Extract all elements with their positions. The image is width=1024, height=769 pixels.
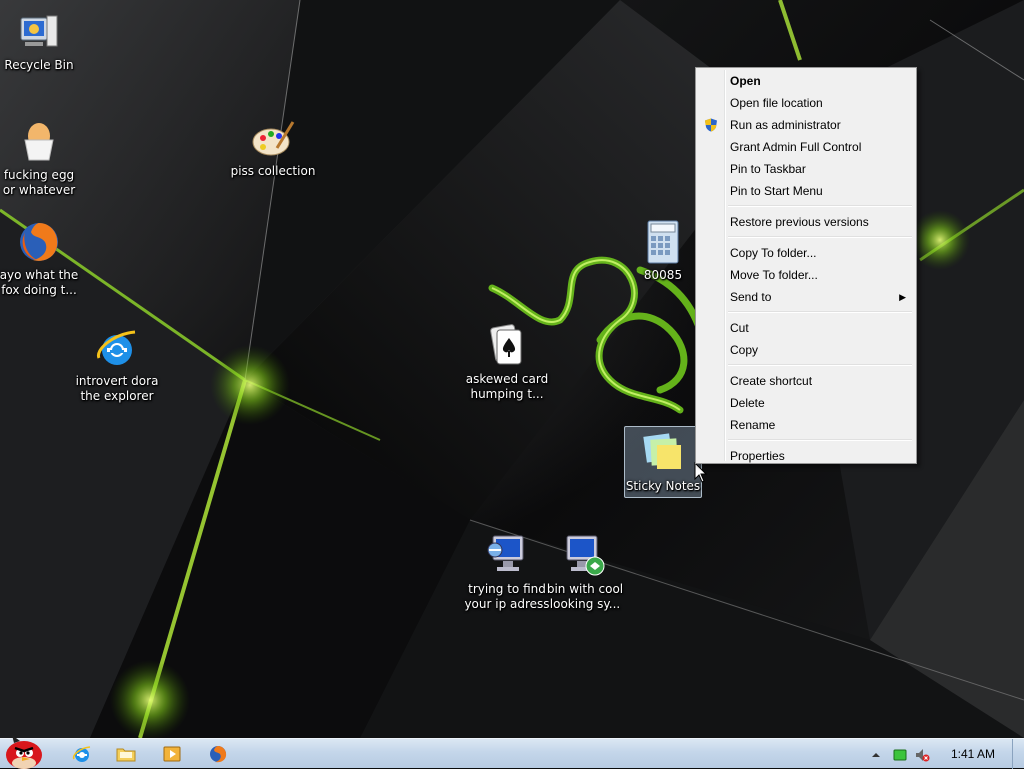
menu-item-label: Pin to Taskbar — [730, 162, 806, 176]
desktop-icon-label: Sticky Notes — [625, 479, 701, 493]
menu-item-label: Delete — [730, 396, 765, 410]
desktop-icon-solitaire[interactable]: askewed card humping t... — [464, 320, 550, 405]
menu-item-copy[interactable]: Copy — [698, 339, 914, 361]
menu-item-label: Open file location — [730, 96, 823, 110]
desktop-icon-label: bin with cool looking sy... — [546, 582, 624, 611]
desktop[interactable]: Recycle Bin fucking egg or whatever ayo … — [0, 0, 1024, 738]
menu-separator — [728, 311, 912, 313]
menu-item-label: Properties — [730, 449, 785, 463]
desktop-icon-ie[interactable]: introvert dora the explorer — [74, 322, 160, 407]
egg-icon — [24, 123, 54, 161]
taskbar-clock[interactable]: 1:41 AM — [942, 739, 1004, 769]
menu-item-open[interactable]: Open — [698, 70, 914, 92]
internet-explorer-icon — [72, 746, 91, 762]
taskbar-firefox[interactable] — [200, 741, 236, 767]
desktop-icon-egg[interactable]: fucking egg or whatever — [0, 116, 82, 201]
show-desktop-button[interactable] — [1012, 739, 1024, 769]
network-icon[interactable] — [892, 747, 908, 763]
menu-item-cut[interactable]: Cut — [698, 317, 914, 339]
menu-item-label: Copy To folder... — [730, 246, 817, 260]
playing-cards-icon — [490, 324, 522, 365]
menu-item-label: Rename — [730, 418, 776, 432]
menu-item-move-to-folder[interactable]: Move To folder... — [698, 264, 914, 286]
submenu-arrow-icon: ▶ — [899, 292, 906, 302]
menu-item-restore-previous-versions[interactable]: Restore previous versions — [698, 211, 914, 233]
calculator-icon — [647, 220, 679, 264]
desktop-icon-firefox[interactable]: ayo what the fox doing t... — [0, 216, 82, 301]
taskbar-windows-explorer[interactable] — [108, 741, 144, 767]
recycle-bin-icon — [20, 15, 58, 47]
menu-item-copy-to-folder[interactable]: Copy To folder... — [698, 242, 914, 264]
uac-shield-icon — [705, 118, 717, 132]
show-hidden-icons-arrow[interactable] — [868, 747, 884, 763]
paint-palette-icon — [252, 121, 295, 156]
remote-desktop-icon — [566, 535, 605, 576]
firefox-icon — [210, 746, 227, 763]
menu-item-send-to[interactable]: Send to ▶ — [698, 286, 914, 308]
desktop-icon-sticky-notes[interactable]: Sticky Notes — [624, 426, 702, 498]
menu-item-label: Create shortcut — [730, 374, 813, 388]
menu-separator — [728, 205, 912, 207]
firefox-icon — [20, 223, 58, 261]
menu-item-label: Run as administrator — [730, 118, 841, 132]
menu-item-label: Move To folder... — [730, 268, 818, 282]
menu-item-grant-admin-full-control[interactable]: Grant Admin Full Control — [698, 136, 914, 158]
menu-separator — [728, 439, 912, 441]
menu-item-properties[interactable]: Properties — [698, 445, 914, 467]
menu-item-label: Grant Admin Full Control — [730, 140, 862, 154]
folder-icon — [116, 748, 136, 762]
desktop-icon-label: ayo what the fox doing t... — [0, 268, 79, 297]
desktop-icon-ip[interactable]: trying to find your ip adress — [464, 530, 550, 615]
taskbar: 1:41 AM — [0, 735, 1024, 769]
desktop-icon-label: introvert dora the explorer — [75, 374, 159, 403]
volume-muted-icon[interactable] — [914, 747, 930, 763]
menu-item-label: Restore previous versions — [730, 215, 869, 229]
desktop-icon-label: fucking egg or whatever — [2, 168, 76, 197]
desktop-icon-label: piss collection — [230, 164, 316, 178]
context-menu[interactable]: Open Open file location Run as administr… — [695, 67, 917, 464]
desktop-icon-label: Recycle Bin — [4, 58, 74, 72]
menu-item-label: Pin to Start Menu — [730, 184, 823, 198]
desktop-icon-label: 80085 — [643, 268, 683, 282]
menu-item-label: Copy — [730, 343, 759, 357]
desktop-icon-calculator[interactable]: 80085 — [620, 216, 706, 286]
desktop-icon-label: trying to find your ip adress — [464, 582, 550, 611]
menu-item-open-file-location[interactable]: Open file location — [698, 92, 914, 114]
angry-bird-start-icon[interactable] — [0, 733, 52, 769]
desktop-icon-remote[interactable]: bin with cool looking sy... — [542, 530, 628, 615]
menu-item-rename[interactable]: Rename — [698, 414, 914, 436]
menu-separator — [728, 364, 912, 366]
desktop-icon-paint[interactable]: piss collection — [230, 112, 316, 182]
menu-item-run-as-administrator[interactable]: Run as administrator — [698, 114, 914, 136]
menu-item-create-shortcut[interactable]: Create shortcut — [698, 370, 914, 392]
sticky-notes-icon — [643, 433, 681, 469]
menu-item-label: Open — [730, 74, 761, 88]
internet-explorer-icon — [97, 330, 136, 365]
menu-item-label: Cut — [730, 321, 749, 335]
network-computer-icon — [487, 535, 524, 571]
taskbar-media-player[interactable] — [154, 741, 190, 767]
desktop-icon-label: askewed card humping t... — [465, 372, 549, 401]
menu-item-delete[interactable]: Delete — [698, 392, 914, 414]
menu-separator — [728, 236, 912, 238]
desktop-icon-recycle-bin[interactable]: Recycle Bin — [0, 6, 82, 76]
menu-item-label: Send to — [730, 290, 772, 304]
menu-item-pin-to-taskbar[interactable]: Pin to Taskbar — [698, 158, 914, 180]
taskbar-internet-explorer[interactable] — [64, 741, 100, 767]
menu-item-pin-to-start-menu[interactable]: Pin to Start Menu — [698, 180, 914, 202]
media-player-icon — [163, 746, 181, 762]
